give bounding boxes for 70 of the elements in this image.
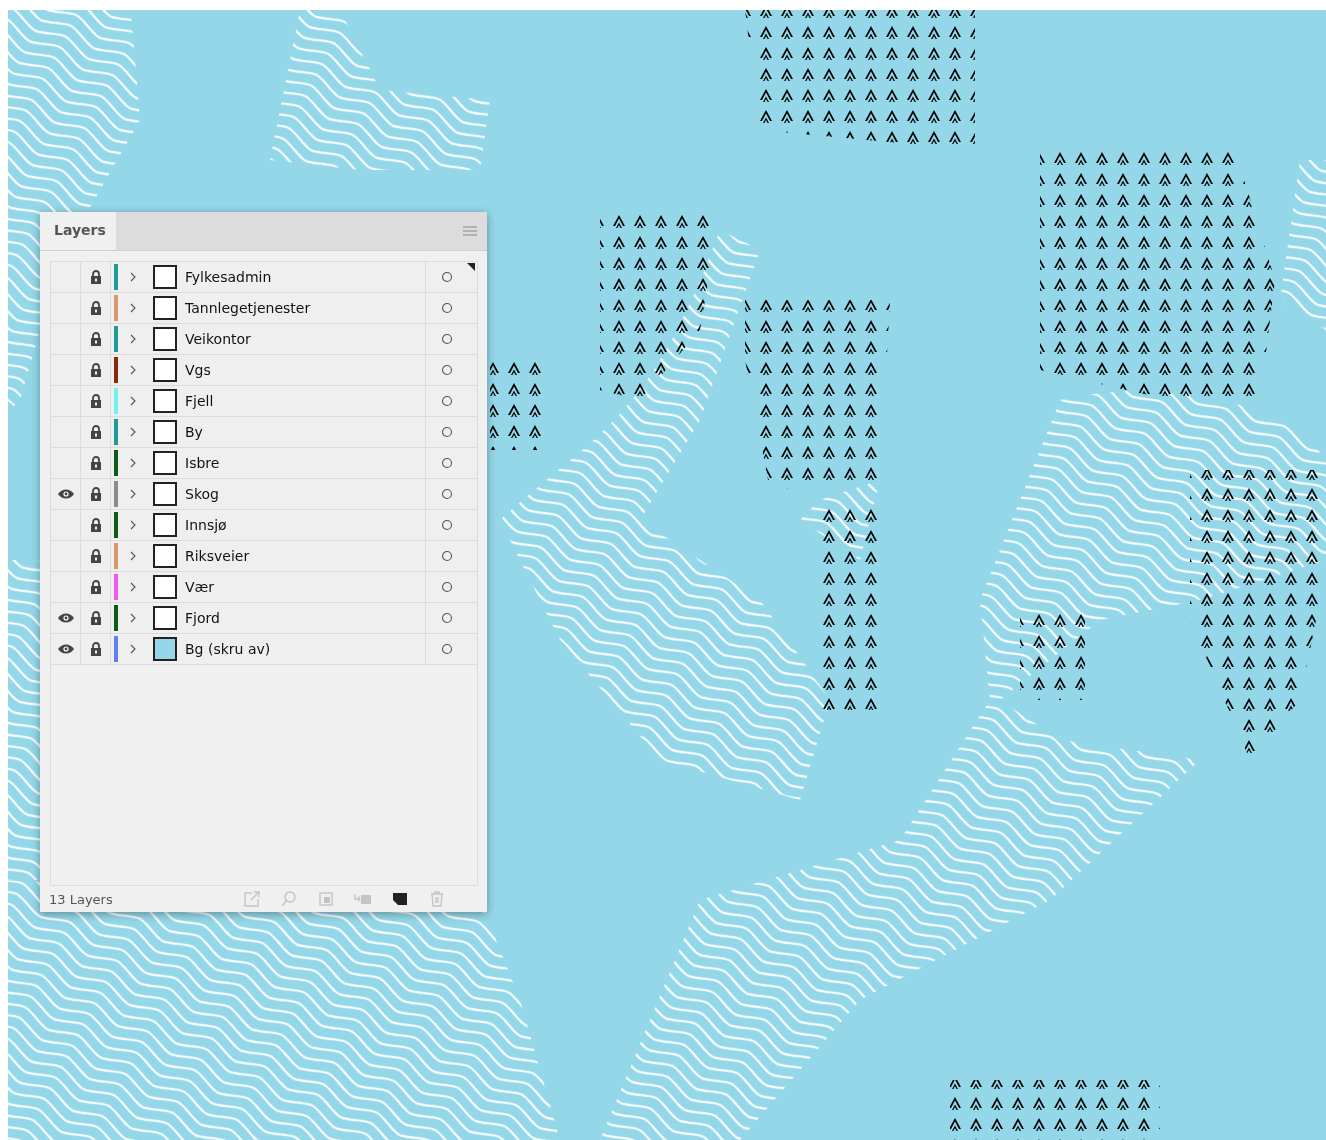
target-circle-icon[interactable] [440, 643, 453, 655]
layer-name: Riksveier [185, 548, 251, 564]
layer-name: Fylkesadmin [185, 269, 273, 285]
target-circle-icon[interactable] [440, 581, 453, 593]
lock-icon[interactable] [89, 425, 102, 439]
eye-icon[interactable] [56, 644, 75, 654]
lock-icon[interactable] [89, 580, 102, 594]
target-circle-icon[interactable] [440, 519, 453, 531]
target-circle-icon[interactable] [440, 395, 453, 407]
chevron-icon[interactable] [130, 551, 136, 561]
chevron-icon[interactable] [130, 458, 136, 468]
chevron-icon[interactable] [130, 644, 136, 654]
layer-row[interactable]: Fylkesadmin [51, 262, 477, 293]
layer-row[interactable]: Vgs [51, 355, 477, 386]
chevron-icon[interactable] [130, 613, 136, 623]
layer-row[interactable]: Riksveier [51, 541, 477, 572]
layer-row[interactable]: Bg (skru av) [51, 634, 477, 665]
chevron-icon[interactable] [130, 334, 136, 344]
layer-name: Innsjø [185, 517, 228, 533]
layer-count: 13 Layers [49, 891, 113, 907]
layer-name: Vær [185, 579, 216, 595]
layer-name: Skog [185, 486, 220, 502]
chevron-icon[interactable] [130, 427, 136, 437]
lock-icon[interactable] [89, 332, 102, 346]
lock-icon[interactable] [89, 487, 102, 501]
layers-tab[interactable]: Layers [40, 212, 116, 250]
target-circle-icon[interactable] [440, 333, 453, 345]
target-circle-icon[interactable] [440, 302, 453, 314]
layer-row[interactable]: Tannlegetjenester [51, 293, 477, 324]
target-circle-icon[interactable] [440, 457, 453, 469]
layer-name: Tannlegetjenester [185, 300, 312, 316]
target-circle-icon[interactable] [440, 426, 453, 438]
lock-icon[interactable] [89, 456, 102, 470]
chevron-icon[interactable] [130, 489, 136, 499]
layer-row[interactable]: Skog [51, 479, 477, 510]
lock-icon[interactable] [89, 270, 102, 284]
lock-icon[interactable] [89, 394, 102, 408]
lock-icon[interactable] [89, 549, 102, 563]
lock-icon[interactable] [89, 518, 102, 532]
layer-row[interactable]: By [51, 417, 477, 448]
chevron-icon[interactable] [130, 303, 136, 313]
layer-row[interactable]: Fjell [51, 386, 477, 417]
layer-name: By [185, 424, 204, 440]
chevron-icon[interactable] [130, 365, 136, 375]
layer-row[interactable]: Vær [51, 572, 477, 603]
lock-icon[interactable] [89, 642, 102, 656]
layer-row[interactable]: Isbre [51, 448, 477, 479]
layer-name: Bg (skru av) [185, 641, 272, 657]
layer-row[interactable]: Veikontor [51, 324, 477, 355]
lock-icon[interactable] [89, 301, 102, 315]
chevron-icon[interactable] [130, 272, 136, 282]
chevron-icon[interactable] [130, 520, 136, 530]
chevron-icon[interactable] [130, 582, 136, 592]
target-circle-icon[interactable] [440, 612, 453, 624]
layer-name: Fjord [185, 610, 221, 626]
eye-icon[interactable] [56, 489, 75, 499]
lock-icon[interactable] [89, 363, 102, 377]
target-circle-icon[interactable] [440, 550, 453, 562]
layer-name: Fjell [185, 393, 215, 409]
layer-row[interactable]: Fjord [51, 603, 477, 634]
target-circle-icon[interactable] [440, 364, 453, 376]
target-circle-icon[interactable] [440, 488, 453, 500]
eye-icon[interactable] [56, 613, 75, 623]
layer-name: Veikontor [185, 331, 252, 347]
layer-name: Isbre [185, 455, 221, 471]
layer-name: Vgs [185, 362, 212, 378]
chevron-icon[interactable] [130, 396, 136, 406]
layer-row[interactable]: Innsjø [51, 510, 477, 541]
lock-icon[interactable] [89, 611, 102, 625]
target-circle-icon[interactable] [440, 271, 453, 283]
